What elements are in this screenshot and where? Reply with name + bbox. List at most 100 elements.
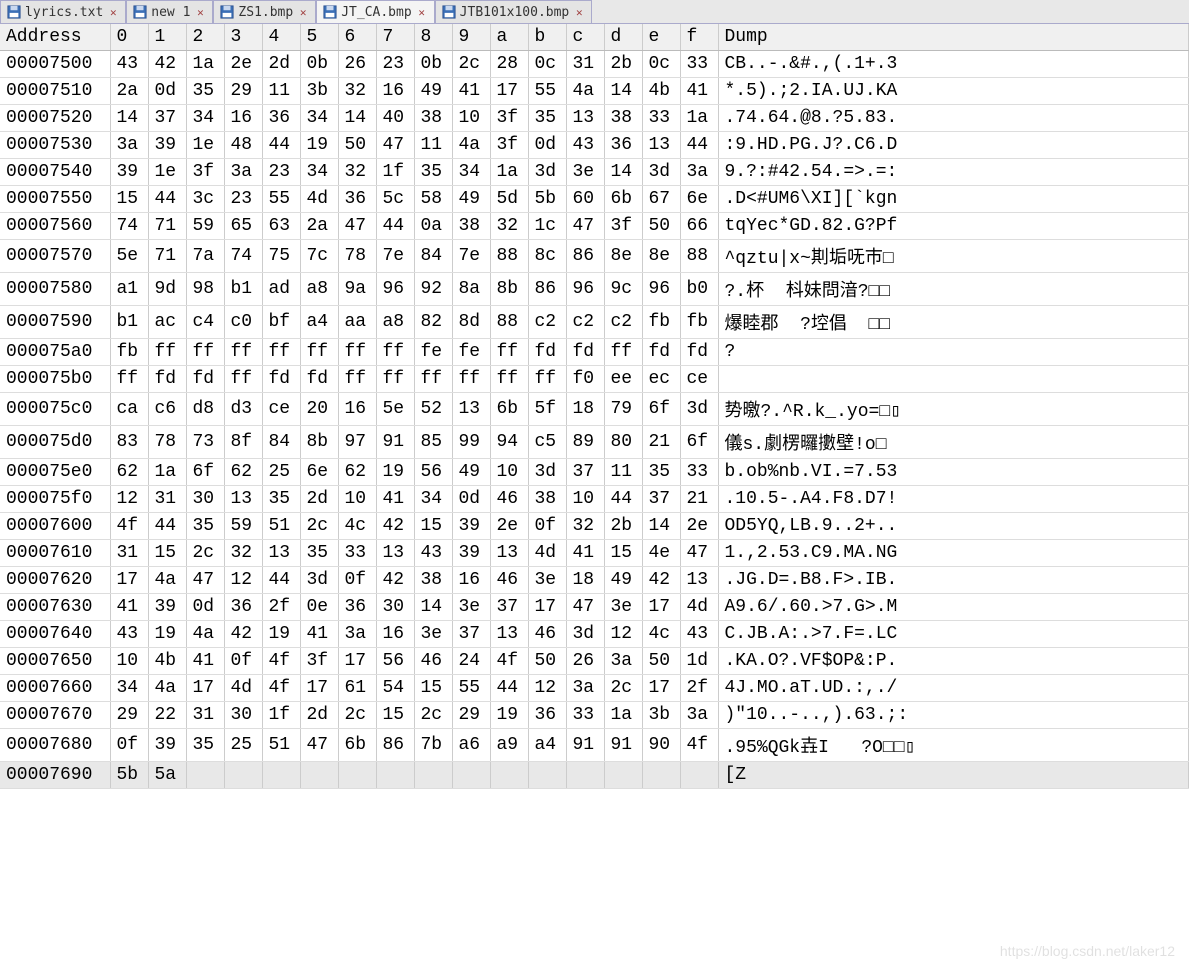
hex-cell[interactable]: 4a bbox=[148, 675, 186, 702]
hex-cell[interactable]: 62 bbox=[224, 459, 262, 486]
hex-cell[interactable]: 79 bbox=[604, 393, 642, 426]
hex-cell[interactable]: 17 bbox=[490, 78, 528, 105]
hex-cell[interactable]: 1c bbox=[528, 213, 566, 240]
hex-cell[interactable]: 35 bbox=[642, 459, 680, 486]
hex-cell[interactable]: 62 bbox=[338, 459, 376, 486]
hex-cell[interactable]: 50 bbox=[528, 648, 566, 675]
table-row[interactable]: 00007660344a174d4f176154155544123a2c172f… bbox=[0, 675, 1189, 702]
hex-cell[interactable]: fb bbox=[680, 306, 718, 339]
hex-cell[interactable]: 2f bbox=[262, 594, 300, 621]
table-row[interactable]: 0000756074715965632a47440a38321c473f5066… bbox=[0, 213, 1189, 240]
hex-cell[interactable]: 80 bbox=[604, 426, 642, 459]
table-row[interactable]: 000075c0cac6d8d3ce20165e52136b5f18796f3d… bbox=[0, 393, 1189, 426]
hex-cell[interactable]: 44 bbox=[376, 213, 414, 240]
table-row[interactable]: 000076004f443559512c4c4215392e0f322b142e… bbox=[0, 513, 1189, 540]
hex-cell[interactable]: 12 bbox=[110, 486, 148, 513]
hex-cell[interactable] bbox=[300, 762, 338, 789]
table-row[interactable]: 000075102a0d3529113b3216494117554a144b41… bbox=[0, 78, 1189, 105]
hex-cell[interactable]: 3e bbox=[566, 159, 604, 186]
hex-cell[interactable]: 15 bbox=[604, 540, 642, 567]
table-row[interactable]: 000075b0fffdfdfffdfdfffffffffffff0eeecce bbox=[0, 366, 1189, 393]
hex-cell[interactable]: 39 bbox=[148, 729, 186, 762]
hex-cell[interactable]: 5c bbox=[376, 186, 414, 213]
hex-cell[interactable]: 13 bbox=[452, 393, 490, 426]
hex-cell[interactable]: ff bbox=[414, 366, 452, 393]
hex-cell[interactable]: 39 bbox=[148, 132, 186, 159]
hex-cell[interactable]: 14 bbox=[604, 78, 642, 105]
hex-cell[interactable] bbox=[528, 762, 566, 789]
current-row[interactable]: 000076905b5a[Z bbox=[0, 762, 1189, 789]
hex-cell[interactable]: 15 bbox=[110, 186, 148, 213]
hex-cell[interactable]: 9a bbox=[338, 273, 376, 306]
hex-cell[interactable]: ff bbox=[224, 339, 262, 366]
hex-cell[interactable]: 3f bbox=[300, 648, 338, 675]
hex-cell[interactable]: 78 bbox=[148, 426, 186, 459]
hex-cell[interactable]: 66 bbox=[680, 213, 718, 240]
hex-cell[interactable]: 1f bbox=[376, 159, 414, 186]
hex-cell[interactable]: 47 bbox=[300, 729, 338, 762]
table-row[interactable]: 000075705e717a74757c787e847e888c868e8e88… bbox=[0, 240, 1189, 273]
hex-cell[interactable]: 47 bbox=[376, 132, 414, 159]
hex-cell[interactable]: 9c bbox=[604, 273, 642, 306]
hex-cell[interactable]: 54 bbox=[376, 675, 414, 702]
hex-cell[interactable]: 32 bbox=[338, 78, 376, 105]
hex-cell[interactable]: 31 bbox=[148, 486, 186, 513]
hex-cell[interactable]: 23 bbox=[224, 186, 262, 213]
hex-cell[interactable]: 8b bbox=[490, 273, 528, 306]
hex-cell[interactable]: 10 bbox=[338, 486, 376, 513]
hex-cell[interactable]: 46 bbox=[490, 567, 528, 594]
hex-cell[interactable]: 33 bbox=[642, 105, 680, 132]
hex-cell[interactable]: 14 bbox=[110, 105, 148, 132]
hex-cell[interactable]: 37 bbox=[452, 621, 490, 648]
hex-cell[interactable]: 3a bbox=[224, 159, 262, 186]
hex-cell[interactable]: 43 bbox=[566, 132, 604, 159]
hex-cell[interactable]: 94 bbox=[490, 426, 528, 459]
hex-cell[interactable]: 13 bbox=[262, 540, 300, 567]
hex-cell[interactable] bbox=[376, 762, 414, 789]
hex-cell[interactable]: 46 bbox=[528, 621, 566, 648]
hex-cell[interactable]: 8a bbox=[452, 273, 490, 306]
close-icon[interactable]: ✕ bbox=[297, 6, 309, 18]
hex-cell[interactable]: 97 bbox=[338, 426, 376, 459]
hex-cell[interactable]: 3e bbox=[528, 567, 566, 594]
hex-cell[interactable]: fe bbox=[452, 339, 490, 366]
hex-cell[interactable]: 43 bbox=[110, 51, 148, 78]
hex-cell[interactable]: 17 bbox=[110, 567, 148, 594]
hex-cell[interactable]: 17 bbox=[338, 648, 376, 675]
hex-cell[interactable]: 17 bbox=[528, 594, 566, 621]
hex-cell[interactable]: 71 bbox=[148, 240, 186, 273]
hex-cell[interactable]: 3d bbox=[300, 567, 338, 594]
hex-cell[interactable]: ff bbox=[452, 366, 490, 393]
table-row[interactable]: 000075f012313013352d1041340d463810443721… bbox=[0, 486, 1189, 513]
hex-cell[interactable]: 3f bbox=[604, 213, 642, 240]
hex-cell[interactable]: ff bbox=[376, 366, 414, 393]
hex-cell[interactable]: 6f bbox=[642, 393, 680, 426]
hex-cell[interactable]: 21 bbox=[680, 486, 718, 513]
hex-cell[interactable]: 2a bbox=[110, 78, 148, 105]
hex-cell[interactable]: 13 bbox=[490, 540, 528, 567]
hex-cell[interactable]: 16 bbox=[376, 621, 414, 648]
hex-cell[interactable]: 2c bbox=[414, 702, 452, 729]
hex-cell[interactable]: 60 bbox=[566, 186, 604, 213]
hex-cell[interactable]: 17 bbox=[642, 594, 680, 621]
hex-cell[interactable]: 35 bbox=[186, 78, 224, 105]
hex-cell[interactable]: 47 bbox=[186, 567, 224, 594]
hex-cell[interactable]: 38 bbox=[452, 213, 490, 240]
hex-cell[interactable]: a8 bbox=[376, 306, 414, 339]
hex-cell[interactable]: 19 bbox=[376, 459, 414, 486]
hex-cell[interactable]: 1e bbox=[148, 159, 186, 186]
hex-cell[interactable]: 5b bbox=[528, 186, 566, 213]
hex-cell[interactable]: 22 bbox=[148, 702, 186, 729]
hex-cell[interactable]: 33 bbox=[566, 702, 604, 729]
hex-cell[interactable]: 28 bbox=[490, 51, 528, 78]
hex-cell[interactable]: 35 bbox=[528, 105, 566, 132]
hex-cell[interactable]: 37 bbox=[148, 105, 186, 132]
hex-cell[interactable]: 0d bbox=[452, 486, 490, 513]
hex-cell[interactable]: 5d bbox=[490, 186, 528, 213]
hex-cell[interactable]: 36 bbox=[528, 702, 566, 729]
tab-1[interactable]: new 1✕ bbox=[126, 0, 213, 23]
hex-cell[interactable]: 41 bbox=[376, 486, 414, 513]
hex-cell[interactable]: 10 bbox=[566, 486, 604, 513]
hex-cell[interactable]: 44 bbox=[148, 513, 186, 540]
hex-cell[interactable]: 14 bbox=[604, 159, 642, 186]
